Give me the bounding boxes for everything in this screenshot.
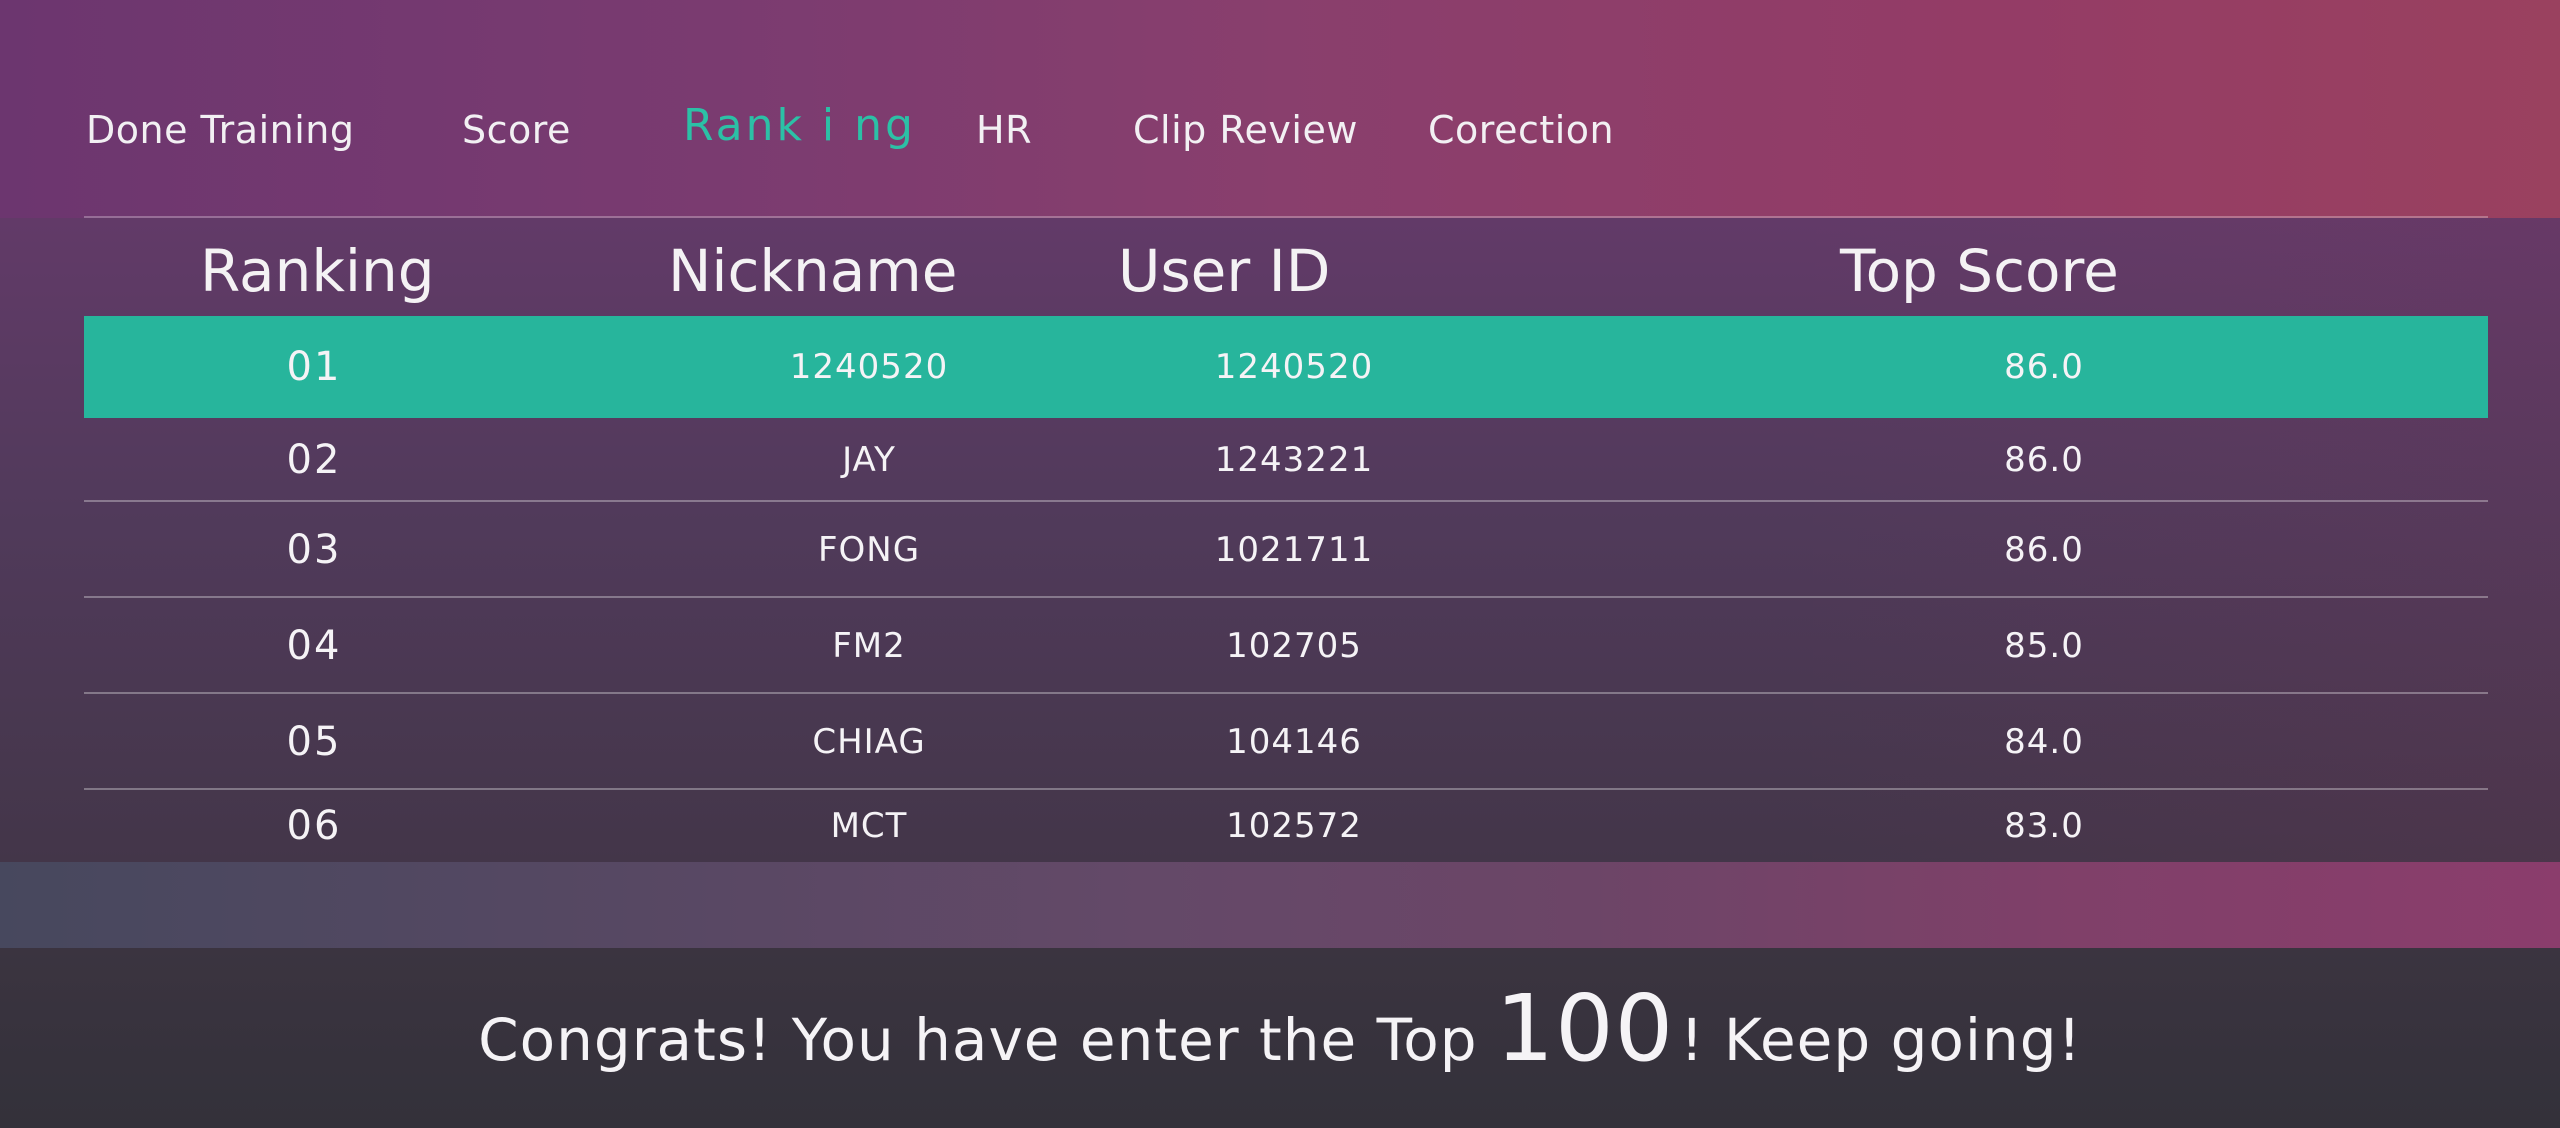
table-row: 02 JAY 1243221 86.0 [84, 418, 2488, 502]
nickname-cell: JAY [842, 440, 896, 480]
user-id-cell: 102705 [1226, 626, 1362, 666]
user-id-cell: 1240520 [1214, 347, 1374, 387]
nav-item-score[interactable]: Score [462, 107, 571, 153]
table-row: 03 FONG 1021711 86.0 [84, 502, 2488, 598]
congrats-message: Congrats! You have enter the Top 100 ! K… [0, 975, 2560, 1085]
nav-item-ranking[interactable]: Rank i ng [683, 103, 916, 149]
score-cell: 84.0 [2004, 722, 2084, 762]
nickname-cell: MCT [830, 806, 908, 846]
column-header-nickname: Nickname [668, 237, 958, 305]
top-rank-number: 100 [1495, 975, 1675, 1082]
nav-item-hr[interactable]: HR [976, 107, 1032, 153]
rank-cell: 03 [286, 527, 342, 573]
table-row: 05 CHIAG 104146 84.0 [84, 694, 2488, 790]
nickname-cell: FONG [817, 530, 921, 570]
congrats-text-after: ! Keep going! [1680, 1006, 2082, 1074]
nav-divider [84, 216, 2488, 218]
congrats-text-before: Congrats! You have enter the Top [478, 1006, 1478, 1074]
score-cell: 86.0 [2004, 347, 2084, 387]
column-header-top-score: Top Score [1840, 237, 2119, 305]
column-header-ranking: Ranking [200, 237, 435, 305]
top-nav: Done Training Score Rank i ng HR Clip Re… [0, 95, 2560, 165]
nickname-cell: FM2 [832, 626, 906, 666]
rank-cell: 02 [286, 437, 342, 483]
score-cell: 86.0 [2004, 440, 2084, 480]
divider-strip [0, 862, 2560, 948]
rank-cell: 04 [286, 623, 342, 669]
nickname-cell: 1240520 [789, 347, 949, 387]
user-id-cell: 1243221 [1214, 440, 1374, 480]
score-cell: 86.0 [2004, 530, 2084, 570]
table-row: 06 MCT 102572 83.0 [84, 790, 2488, 862]
rank-cell: 01 [286, 344, 342, 390]
nav-item-clip-review[interactable]: Clip Review [1133, 107, 1358, 153]
score-cell: 83.0 [2004, 806, 2084, 846]
nav-item-done-training[interactable]: Done Training [86, 107, 355, 153]
nav-item-corection[interactable]: Corection [1428, 107, 1614, 153]
user-id-cell: 102572 [1226, 806, 1362, 846]
table-row: 04 FM2 102705 85.0 [84, 598, 2488, 694]
user-id-cell: 104146 [1226, 722, 1362, 762]
user-id-cell: 1021711 [1214, 530, 1374, 570]
column-header-user-id: User ID [1118, 237, 1331, 305]
table-row: 01 1240520 1240520 86.0 [84, 316, 2488, 418]
nickname-cell: CHIAG [812, 722, 926, 762]
rank-cell: 06 [286, 803, 342, 849]
rank-cell: 05 [286, 719, 342, 765]
score-cell: 85.0 [2004, 626, 2084, 666]
ranking-table-header: Ranking Nickname User ID Top Score [0, 232, 2560, 312]
